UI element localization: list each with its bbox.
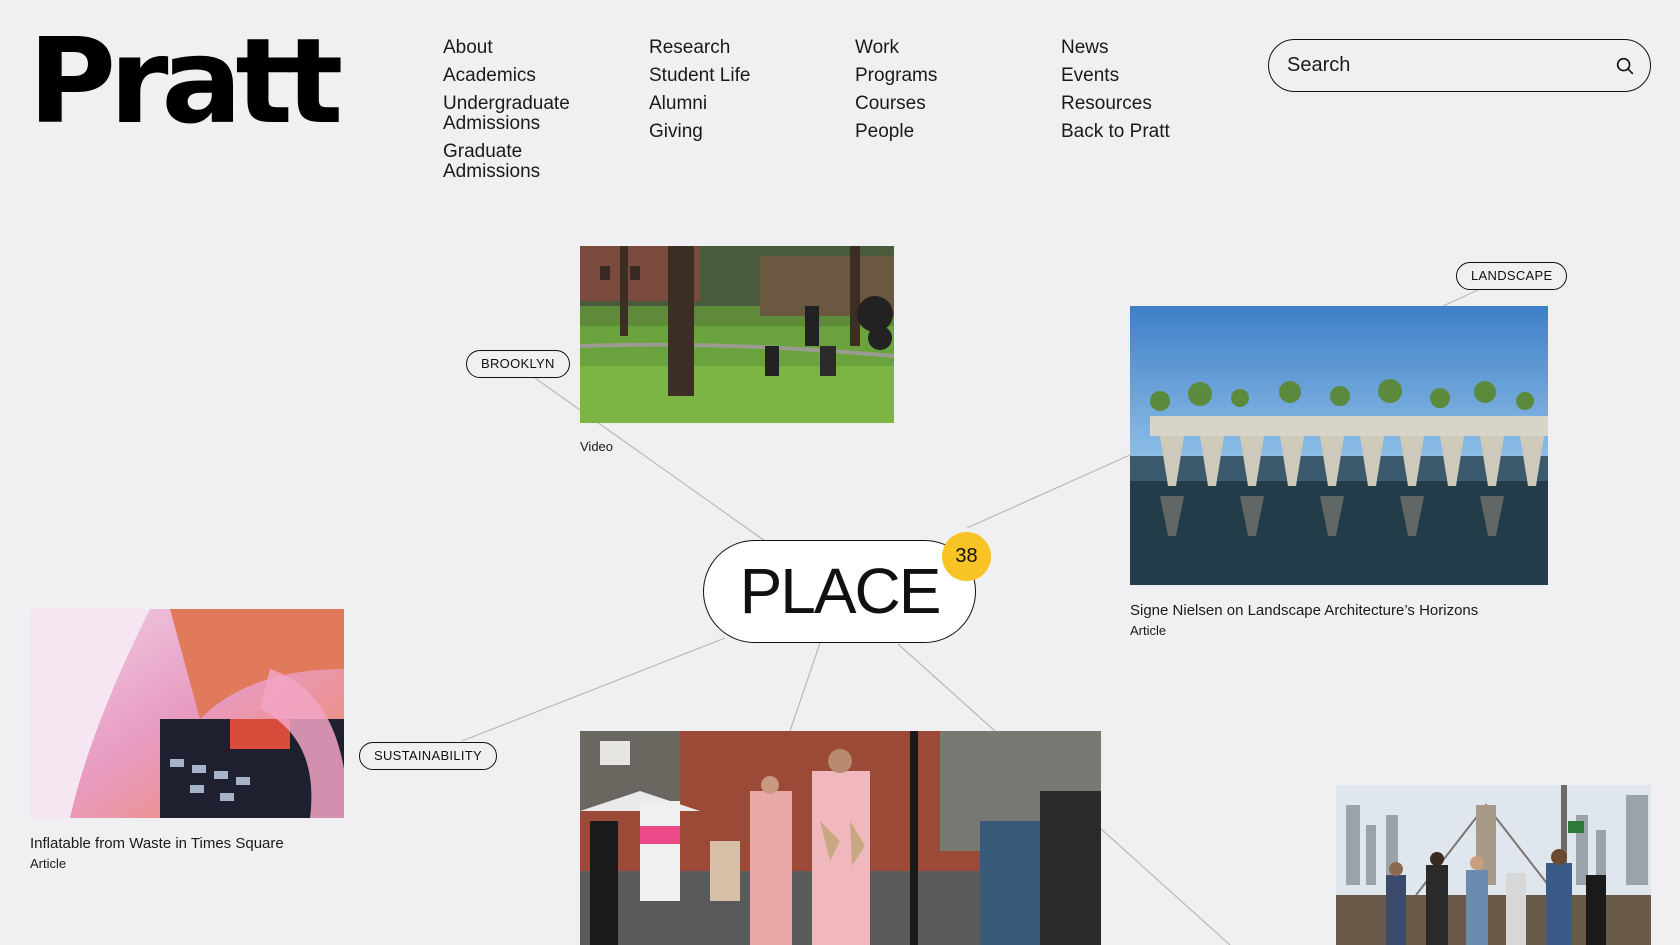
nav-column-4: News Events Resources Back to Pratt <box>1061 38 1251 150</box>
tag-brooklyn[interactable]: BROOKLYN <box>466 350 570 378</box>
inflatable-article-caption: Inflatable from Waste in Times Square Ar… <box>30 835 284 871</box>
search-input[interactable] <box>1285 53 1614 78</box>
connector-brooklyn-park <box>534 377 581 411</box>
landscape-article-caption: Signe Nielsen on Landscape Architecture’… <box>1130 602 1478 638</box>
place-hub-button[interactable]: PLACE <box>703 540 976 643</box>
park-video-type: Video <box>580 439 614 454</box>
nav-link-people[interactable]: People <box>855 122 1045 142</box>
bridge-image[interactable] <box>1336 785 1651 945</box>
inflatable-article-title[interactable]: Inflatable from Waste in Times Square <box>30 835 284 852</box>
landscape-article-image[interactable] <box>1130 306 1548 585</box>
connector-hub-sustainability <box>461 637 726 742</box>
connector-hub-runway <box>789 642 821 732</box>
nav-column-2: Research Student Life Alumni Giving <box>649 38 839 150</box>
nav-link-graduate-admissions[interactable]: Graduate Admissions <box>443 142 553 182</box>
tag-landscape[interactable]: LANDSCAPE <box>1456 262 1568 290</box>
nav-link-about[interactable]: About <box>443 38 633 58</box>
nav-column-1: About Academics Undergraduate Admissions… <box>443 38 633 190</box>
landscape-article-title[interactable]: Signe Nielsen on Landscape Architecture’… <box>1130 602 1478 619</box>
nav-link-events[interactable]: Events <box>1061 66 1251 86</box>
search-icon[interactable] <box>1614 55 1636 77</box>
place-count-badge: 38 <box>942 532 991 581</box>
nav-link-programs[interactable]: Programs <box>855 66 1045 86</box>
park-video-thumbnail[interactable] <box>580 246 894 423</box>
nav-link-academics[interactable]: Academics <box>443 66 633 86</box>
inflatable-article-type: Article <box>30 856 67 871</box>
nav-link-undergraduate-admissions[interactable]: Undergraduate Admissions <box>443 94 583 134</box>
nav-link-back-to-pratt[interactable]: Back to Pratt <box>1061 122 1251 142</box>
nav-link-research[interactable]: Research <box>649 38 839 58</box>
search-bar <box>1268 39 1651 92</box>
connector-hub-right <box>897 643 996 732</box>
nav-link-resources[interactable]: Resources <box>1061 94 1251 114</box>
nav-link-news[interactable]: News <box>1061 38 1251 58</box>
nav-link-student-life[interactable]: Student Life <box>649 66 839 86</box>
nav-link-giving[interactable]: Giving <box>649 122 839 142</box>
nav-column-3: Work Programs Courses People <box>855 38 1045 150</box>
park-video-caption: Video <box>580 435 613 454</box>
nav-link-alumni[interactable]: Alumni <box>649 94 839 114</box>
tag-sustainability[interactable]: SUSTAINABILITY <box>359 742 497 770</box>
connector-brooklyn-hub <box>579 409 766 542</box>
nav-link-work[interactable]: Work <box>855 38 1045 58</box>
inflatable-article-image[interactable] <box>30 609 344 818</box>
pratt-logo[interactable]: Pratt <box>28 22 343 140</box>
runway-image[interactable] <box>580 731 1101 945</box>
connector-landscape-tag <box>1442 289 1479 307</box>
connector-hub-landscape <box>966 454 1131 529</box>
connector-runway-bridge <box>1099 827 1231 945</box>
nav-link-courses[interactable]: Courses <box>855 94 1045 114</box>
landscape-article-type: Article <box>1130 623 1167 638</box>
